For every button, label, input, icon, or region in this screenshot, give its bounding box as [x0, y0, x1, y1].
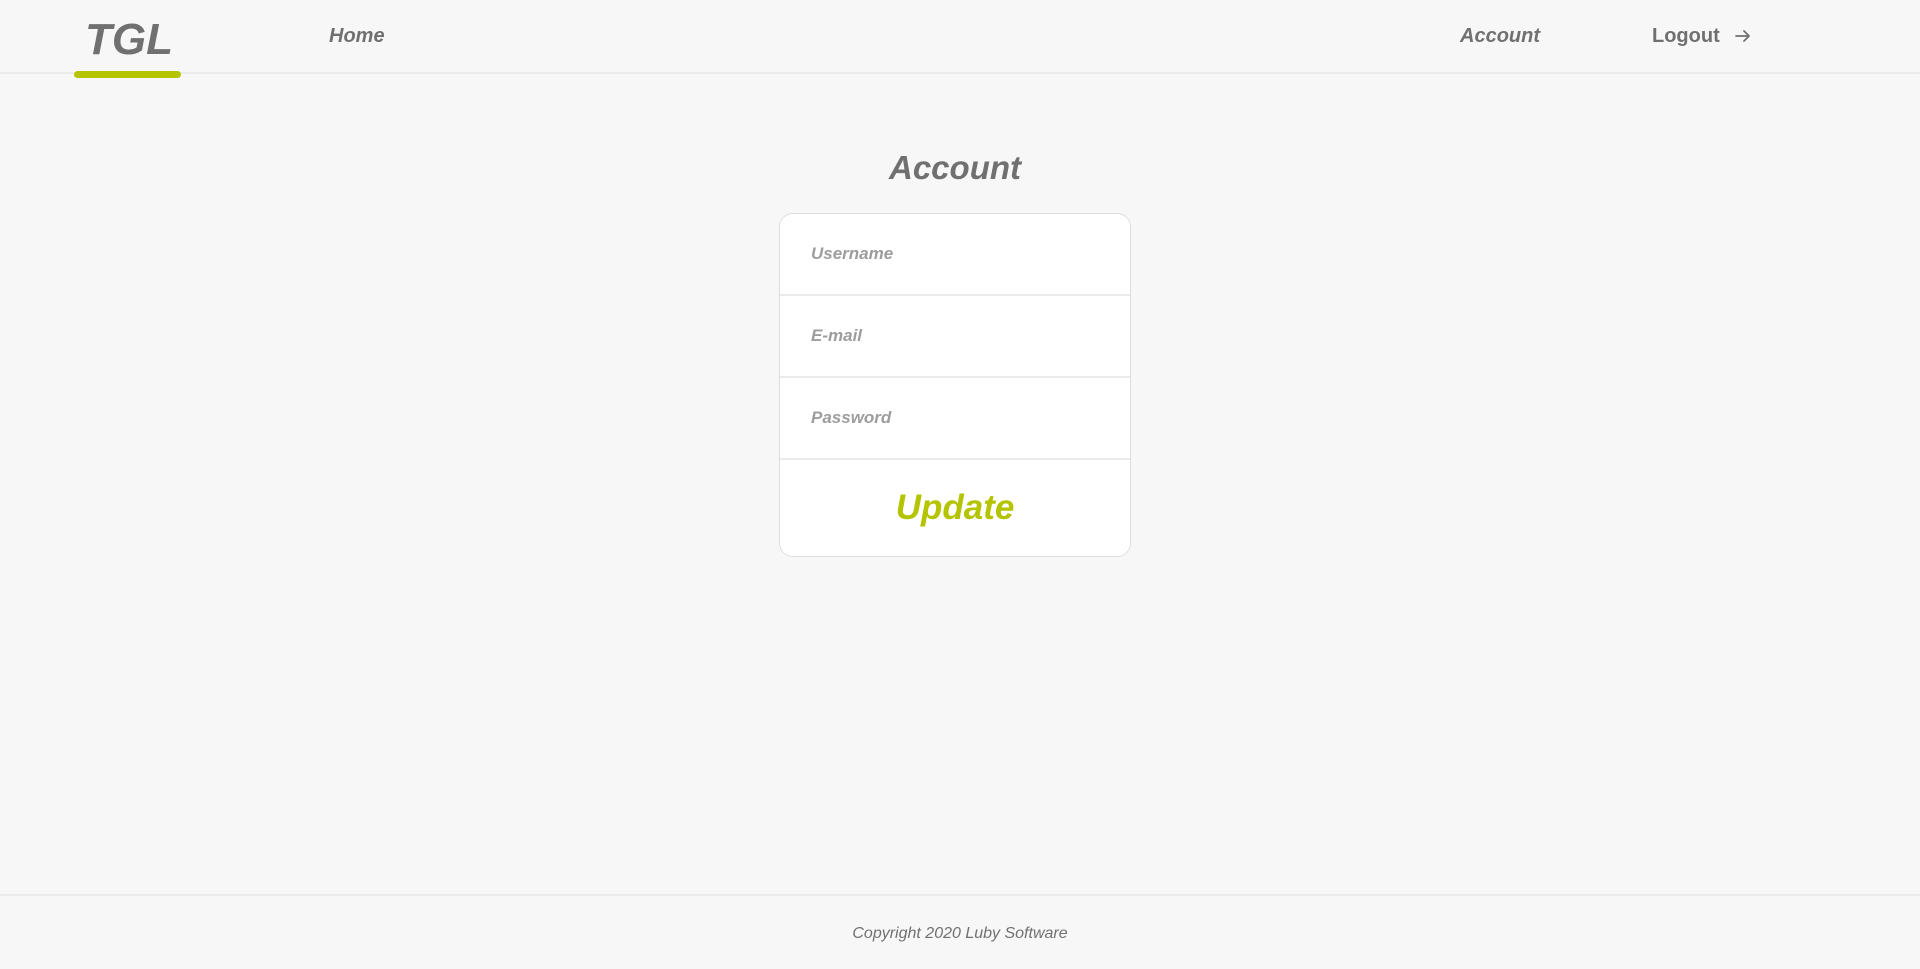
- page: TGL Home Account Logout Account Update C…: [0, 0, 1920, 969]
- logo-text: TGL: [85, 15, 173, 64]
- page-title: Account: [889, 149, 1021, 186]
- logo[interactable]: TGL: [74, 18, 181, 80]
- top-navbar: TGL Home Account Logout: [0, 0, 1920, 78]
- email-field[interactable]: [780, 296, 1130, 378]
- account-form: Update: [779, 213, 1131, 557]
- logout-label: Logout: [1652, 25, 1720, 47]
- logout-button[interactable]: Logout: [1652, 24, 1752, 48]
- update-button[interactable]: Update: [780, 460, 1130, 556]
- logo-underline: [74, 71, 181, 78]
- nav-home-link[interactable]: Home: [329, 24, 385, 48]
- footer: Copyright 2020 Luby Software: [0, 894, 1920, 969]
- nav-account-link[interactable]: Account: [1460, 24, 1540, 48]
- arrow-right-icon: [1734, 30, 1750, 42]
- username-field[interactable]: [780, 214, 1130, 296]
- password-field[interactable]: [780, 378, 1130, 460]
- copyright-text: Copyright 2020 Luby Software: [852, 925, 1068, 942]
